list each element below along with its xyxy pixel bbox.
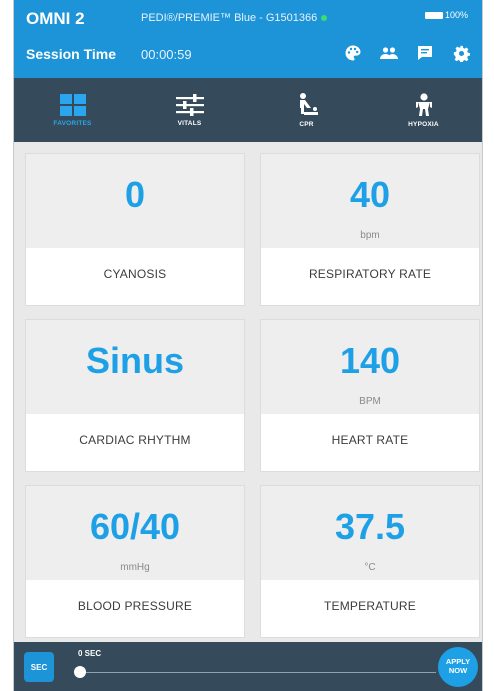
palette-icon[interactable] <box>342 42 364 64</box>
respiratory-rate-card[interactable]: 40 bpm RESPIRATORY RATE <box>261 154 479 305</box>
session-time-label: Session Time <box>26 46 117 62</box>
card-value: Sinus <box>85 340 184 381</box>
card-value: 40 <box>349 174 391 215</box>
people-icon[interactable] <box>378 42 400 64</box>
card-unit: bpm <box>360 230 380 241</box>
slider-thumb[interactable] <box>74 666 86 678</box>
device-info: PEDI®/PREMIE™ Blue - G1501366 <box>141 12 328 24</box>
tab-bar: FAVORITES VITALS CPR HYPOXIA <box>14 78 482 142</box>
battery-level: 100% <box>444 10 468 20</box>
blood-pressure-card[interactable]: 60/40 mmHg BLOOD PRESSURE <box>26 486 244 637</box>
cyanosis-card[interactable]: 0 CYANOSIS <box>26 154 244 305</box>
apply-now-button[interactable]: APPLY NOW <box>438 647 478 687</box>
tab-label: CPR <box>299 120 314 128</box>
baby-icon <box>415 92 432 116</box>
card-label: TEMPERATURE <box>324 599 416 613</box>
grid-icon <box>59 93 86 116</box>
tab-label: HYPOXIA <box>408 120 439 128</box>
notes-icon[interactable] <box>414 42 436 64</box>
card-label: RESPIRATORY RATE <box>308 267 432 281</box>
card-value: 0 <box>124 174 146 215</box>
tab-cpr[interactable]: CPR <box>248 78 365 142</box>
session-time-value: 00:00:59 <box>141 47 192 62</box>
header-actions <box>342 42 472 64</box>
tab-hypoxia[interactable]: HYPOXIA <box>365 78 482 142</box>
tab-label: FAVORITES <box>53 119 92 127</box>
battery-indicator: 100% <box>424 10 468 20</box>
device-name: PEDI®/PREMIE™ Blue - G1501366 <box>141 12 318 24</box>
card-label: HEART RATE <box>331 433 409 447</box>
header-bar: OMNI 2 PEDI®/PREMIE™ Blue - G1501366 100… <box>14 0 482 78</box>
temperature-card[interactable]: 37.5 °C TEMPERATURE <box>261 486 479 637</box>
gear-icon[interactable] <box>450 42 472 64</box>
card-unit: BPM <box>359 396 381 407</box>
card-unit: °C <box>364 562 376 573</box>
tab-label: VITALS <box>177 119 202 127</box>
device-screen: OMNI 2 PEDI®/PREMIE™ Blue - G1501366 100… <box>13 0 483 691</box>
card-unit: mmHg <box>120 562 150 573</box>
cpr-icon <box>299 92 318 115</box>
card-value: 60/40 <box>89 506 181 547</box>
card-label: BLOOD PRESSURE <box>77 599 193 613</box>
heart-rate-card[interactable]: 140 BPM HEART RATE <box>261 320 479 471</box>
sec-button[interactable]: SEC <box>24 652 54 682</box>
tab-vitals[interactable]: VITALS <box>131 78 248 142</box>
transition-time-label: 0 SEC <box>78 649 102 658</box>
battery-icon <box>424 11 443 19</box>
favorites-grid: 0 CYANOSIS 40 bpm RESPIRATORY RATE Sinus… <box>14 142 482 642</box>
card-label: CYANOSIS <box>103 267 167 281</box>
card-value: 37.5 <box>334 506 406 547</box>
connection-status-dot <box>321 15 328 22</box>
tab-favorites[interactable]: FAVORITES <box>14 78 131 142</box>
card-label: CARDIAC RHYTHM <box>79 433 191 447</box>
bottom-bar: SEC 0 SEC APPLY NOW <box>14 642 482 691</box>
sliders-icon <box>175 93 204 116</box>
app-title: OMNI 2 <box>26 9 85 28</box>
transition-time-slider[interactable] <box>80 672 436 673</box>
card-value: 140 <box>339 340 401 381</box>
cardiac-rhythm-card[interactable]: Sinus CARDIAC RHYTHM <box>26 320 244 471</box>
